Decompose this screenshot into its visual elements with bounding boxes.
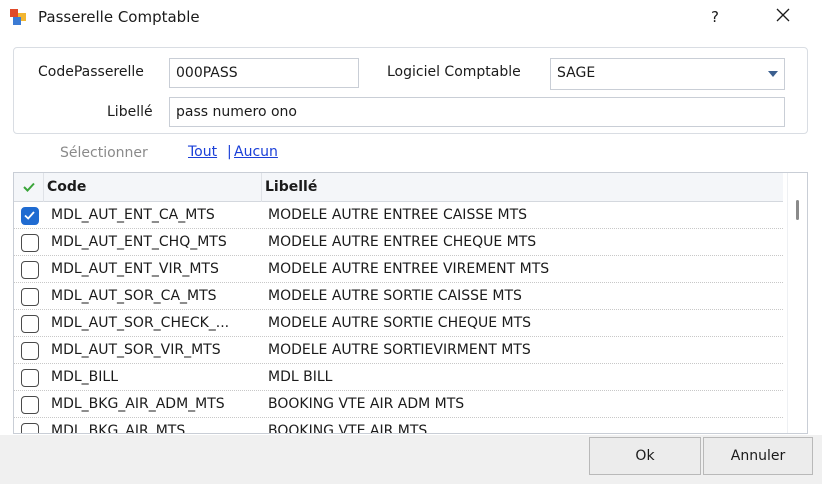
row-code: MDL_AUT_SOR_CHECK_... <box>51 315 230 331</box>
window-title: Passerelle Comptable <box>38 8 200 26</box>
column-header-libelle[interactable]: Libellé <box>262 173 783 202</box>
row-libelle: BOOKING VTE AIR MTS <box>268 423 428 434</box>
row-checkbox[interactable] <box>21 369 39 387</box>
logiciel-label: Logiciel Comptable <box>387 64 521 80</box>
row-code: MDL_AUT_ENT_CHQ_MTS <box>51 234 227 250</box>
scrollbar-thumb[interactable] <box>796 200 799 220</box>
row-checkbox[interactable] <box>21 288 39 306</box>
checkmark-icon <box>22 180 35 196</box>
title-bar: Passerelle Comptable ? <box>0 0 822 34</box>
row-libelle: BOOKING VTE AIR ADM MTS <box>268 396 465 412</box>
ok-button[interactable]: Ok <box>589 437 701 475</box>
checkmark-icon <box>24 211 35 220</box>
row-code: MDL_AUT_SOR_VIR_MTS <box>51 342 221 358</box>
row-libelle: MODELE AUTRE SORTIE CHEQUE MTS <box>268 315 532 331</box>
table-row[interactable]: MDL_AUT_SOR_VIR_MTS MODELE AUTRE SORTIEV… <box>14 337 783 364</box>
table-row[interactable]: MDL_AUT_SOR_CHECK_... MODELE AUTRE SORTI… <box>14 310 783 337</box>
table-row[interactable]: MDL_BILL MDL BILL <box>14 364 783 391</box>
row-libelle: MDL BILL <box>268 369 333 385</box>
row-checkbox[interactable] <box>21 396 39 414</box>
libelle-label: Libellé <box>107 104 153 120</box>
row-code: MDL_AUT_ENT_VIR_MTS <box>51 261 219 277</box>
help-button[interactable]: ? <box>692 0 738 34</box>
link-separator: | <box>227 144 232 160</box>
row-checkbox[interactable] <box>21 261 39 279</box>
row-libelle: MODELE AUTRE SORTIE CAISSE MTS <box>268 288 522 304</box>
row-checkbox[interactable] <box>21 315 39 333</box>
app-icon <box>9 8 27 26</box>
libelle-field[interactable] <box>169 97 785 127</box>
select-none-link[interactable]: Aucun <box>234 144 278 160</box>
table-row[interactable]: MDL_BKG_AIR_ADM_MTS BOOKING VTE AIR ADM … <box>14 391 783 418</box>
chevron-down-icon[interactable] <box>762 59 784 89</box>
logiciel-value: SAGE <box>557 65 596 81</box>
form-panel: CodePasserelle Logiciel Comptable SAGE L… <box>13 47 808 134</box>
row-checkbox[interactable] <box>21 342 39 360</box>
row-code: MDL_AUT_SOR_CA_MTS <box>51 288 217 304</box>
row-code: MDL_BILL <box>51 369 118 385</box>
cancel-button[interactable]: Annuler <box>703 437 813 475</box>
table-row[interactable]: MDL_AUT_ENT_CA_MTS MODELE AUTRE ENTREE C… <box>14 202 783 229</box>
row-libelle: MODELE AUTRE ENTREE CHEQUE MTS <box>268 234 537 250</box>
row-code: MDL_BKG_AIR_MTS <box>51 423 186 434</box>
row-libelle: MODELE AUTRE ENTREE VIREMENT MTS <box>268 261 550 277</box>
logiciel-select[interactable]: SAGE <box>550 58 785 90</box>
vertical-scrollbar[interactable] <box>787 173 807 433</box>
row-libelle: MODELE AUTRE SORTIEVIRMENT MTS <box>268 342 531 358</box>
close-icon <box>775 7 791 27</box>
select-all-link[interactable]: Tout <box>188 144 217 160</box>
grid-header: Code Libellé <box>14 173 783 202</box>
table-row[interactable]: MDL_AUT_ENT_CHQ_MTS MODELE AUTRE ENTREE … <box>14 229 783 256</box>
table-row[interactable]: MDL_AUT_SOR_CA_MTS MODELE AUTRE SORTIE C… <box>14 283 783 310</box>
column-header-code[interactable]: Code <box>44 173 262 202</box>
table-row[interactable]: MDL_AUT_ENT_VIR_MTS MODELE AUTRE ENTREE … <box>14 256 783 283</box>
passerelle-grid[interactable]: Code Libellé MDL_AUT_ENT_CA_MTS MODELE A… <box>13 172 808 434</box>
row-checkbox[interactable] <box>21 423 39 433</box>
close-button[interactable] <box>760 0 806 34</box>
table-row[interactable]: MDL_BKG_AIR_MTS BOOKING VTE AIR MTS <box>14 418 783 434</box>
row-code: MDL_AUT_ENT_CA_MTS <box>51 207 215 223</box>
row-libelle: MODELE AUTRE ENTREE CAISSE MTS <box>268 207 528 223</box>
row-checkbox[interactable] <box>21 207 39 225</box>
row-code: MDL_BKG_AIR_ADM_MTS <box>51 396 225 412</box>
code-field[interactable] <box>169 58 359 88</box>
row-checkbox[interactable] <box>21 234 39 252</box>
select-label: Sélectionner <box>60 145 148 161</box>
code-label: CodePasserelle <box>38 64 144 80</box>
header-check-column[interactable] <box>14 173 44 202</box>
help-label: ? <box>711 8 719 26</box>
